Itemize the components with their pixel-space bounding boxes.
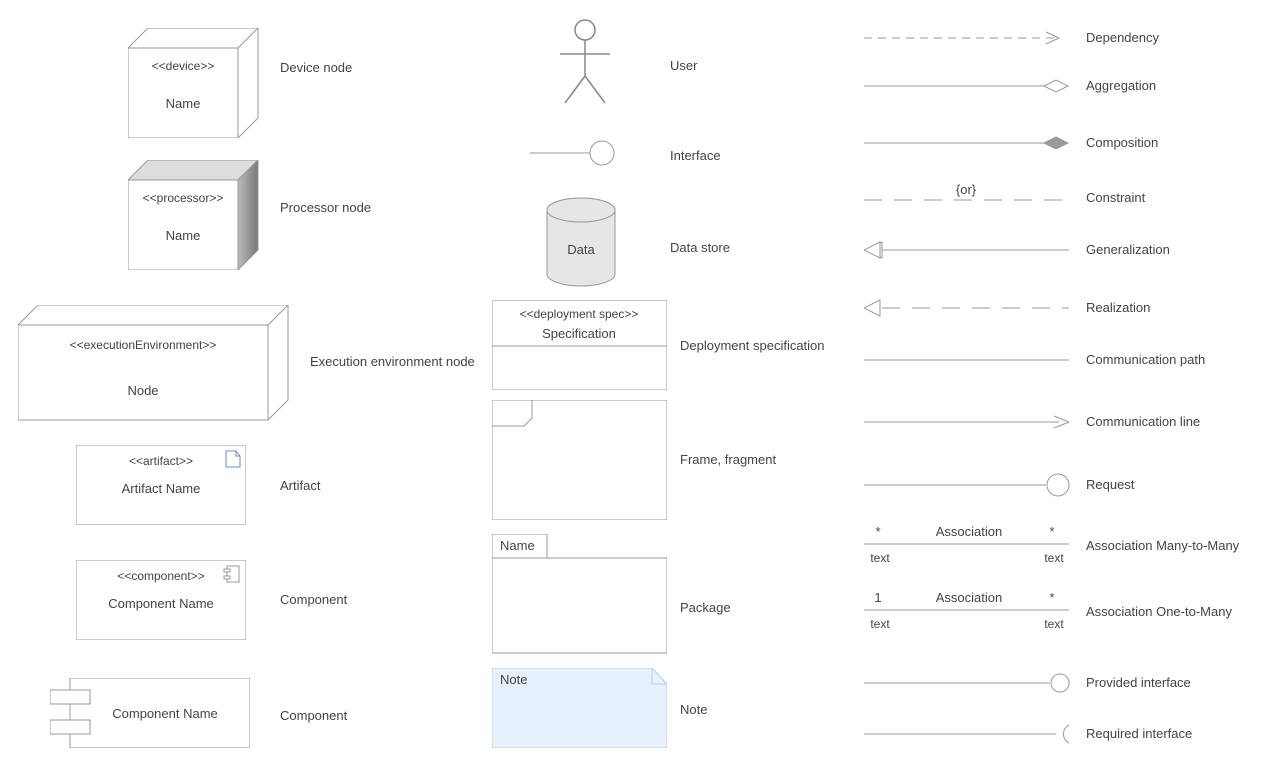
device-name: Name: [166, 96, 201, 111]
user-caption: User: [670, 58, 697, 73]
composition-caption: Composition: [1086, 135, 1158, 150]
required-caption: Required interface: [1086, 726, 1192, 741]
frame-caption: Frame, fragment: [680, 452, 776, 467]
provided-interface-line: [864, 672, 1074, 694]
frame-shape: [492, 400, 667, 520]
interface-caption: Interface: [670, 148, 721, 163]
assoc-mm-caption: Association Many-to-Many: [1086, 538, 1239, 553]
assoc-mm-rmult: *: [1049, 524, 1054, 539]
aggregation-line: [864, 78, 1074, 94]
assoc-om: 1 Association * text text: [864, 588, 1074, 634]
assoc-mm: * Association * text text: [864, 522, 1074, 568]
assoc-om-lmult: 1: [874, 590, 881, 605]
device-node-caption: Device node: [280, 60, 352, 75]
device-stereotype: <<device>>: [152, 59, 215, 73]
artifact-stereotype: <<artifact>>: [129, 454, 193, 468]
assoc-mm-lmult: *: [875, 524, 880, 539]
note-shape: Note: [492, 668, 667, 748]
comm-path-caption: Communication path: [1086, 352, 1205, 367]
comm-line: [864, 414, 1074, 430]
processor-stereotype: <<processor>>: [143, 191, 224, 205]
dependency-line: [864, 30, 1074, 46]
component2-name: Component Name: [112, 706, 218, 721]
component1-stereotype: <<component>>: [117, 569, 204, 583]
generalization-line: [864, 240, 1074, 260]
realization-caption: Realization: [1086, 300, 1150, 315]
exec-env-name: Node: [127, 383, 158, 398]
data-store-caption: Data store: [670, 240, 730, 255]
user-shape: [550, 18, 620, 108]
processor-node-shape: <<processor>> Name: [128, 160, 268, 270]
package-tab: Name: [500, 538, 535, 553]
assoc-om-caption: Association One-to-Many: [1086, 604, 1232, 619]
component2-caption: Component: [280, 708, 347, 723]
device-node-shape: <<device>> Name: [128, 28, 268, 138]
assoc-om-rmult: *: [1049, 590, 1054, 605]
deploy-spec-name: Specification: [542, 326, 616, 341]
artifact-shape: <<artifact>> Artifact Name: [76, 445, 246, 525]
comm-line-caption: Communication line: [1086, 414, 1200, 429]
realization-line: [864, 298, 1074, 318]
aggregation-caption: Aggregation: [1086, 78, 1156, 93]
assoc-mm-label: Association: [936, 524, 1002, 539]
generalization-caption: Generalization: [1086, 242, 1170, 257]
component-shape-1: <<component>> Component Name: [76, 560, 246, 640]
component-shape-2: Component Name: [50, 678, 250, 748]
component1-name: Component Name: [108, 596, 214, 611]
package-shape: Name: [492, 534, 667, 654]
processor-node-caption: Processor node: [280, 200, 371, 215]
exec-env-caption: Execution environment node: [310, 354, 475, 369]
assoc-mm-rtext: text: [1044, 551, 1064, 565]
data-store-shape: Data: [545, 196, 617, 291]
assoc-om-ltext: text: [870, 617, 890, 631]
deploy-spec-shape: <<deployment spec>> Specification: [492, 300, 667, 390]
interface-shape: [530, 138, 620, 168]
provided-caption: Provided interface: [1086, 675, 1191, 690]
processor-name: Name: [166, 228, 201, 243]
package-caption: Package: [680, 600, 731, 615]
required-interface-line: [864, 723, 1074, 745]
component1-caption: Component: [280, 592, 347, 607]
exec-env-stereotype: <<executionEnvironment>>: [70, 338, 217, 352]
note-text: Note: [500, 672, 527, 687]
constraint-line: {or}: [864, 182, 1074, 208]
constraint-text: {or}: [956, 182, 977, 197]
exec-env-node-shape: <<executionEnvironment>> Node: [18, 305, 298, 425]
assoc-om-rtext: text: [1044, 617, 1064, 631]
request-caption: Request: [1086, 477, 1134, 492]
constraint-caption: Constraint: [1086, 190, 1145, 205]
note-caption: Note: [680, 702, 707, 717]
request-line: [864, 473, 1074, 497]
dependency-caption: Dependency: [1086, 30, 1159, 45]
deploy-spec-caption: Deployment specification: [680, 338, 825, 353]
composition-line: [864, 135, 1074, 151]
artifact-caption: Artifact: [280, 478, 320, 493]
deploy-spec-stereotype: <<deployment spec>>: [520, 307, 639, 321]
data-store-name: Data: [567, 242, 595, 257]
assoc-mm-ltext: text: [870, 551, 890, 565]
artifact-name: Artifact Name: [122, 481, 201, 496]
comm-path-line: [864, 355, 1074, 365]
assoc-om-label: Association: [936, 590, 1002, 605]
